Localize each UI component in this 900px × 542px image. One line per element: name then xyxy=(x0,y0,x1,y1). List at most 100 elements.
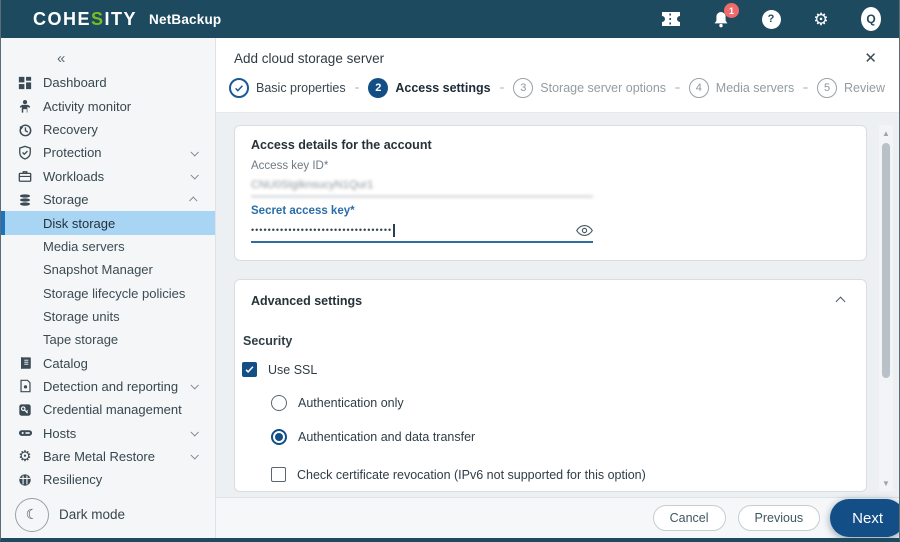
dark-mode-toggle[interactable]: ☾ Dark mode xyxy=(1,491,215,538)
sidebar-item-label: Tape storage xyxy=(43,332,119,348)
step-check-icon xyxy=(229,78,249,98)
step-media-servers[interactable]: 4 Media servers xyxy=(688,78,794,98)
app-window: COHE S ITY NetBackup 1 ? ⚙ Q « Dashboard… xyxy=(0,0,900,542)
scroll-up-arrow-icon[interactable]: ▲ xyxy=(879,127,893,139)
dashboard-icon xyxy=(17,75,33,91)
cancel-button[interactable]: Cancel xyxy=(652,505,726,531)
advanced-settings-heading: Advanced settings xyxy=(251,294,363,308)
previous-button[interactable]: Previous xyxy=(737,505,821,531)
access-details-heading: Access details for the account xyxy=(251,138,432,152)
next-button[interactable]: Next xyxy=(830,499,899,537)
logo-green-s: S xyxy=(91,8,105,29)
sidebar-item-storage[interactable]: Storage xyxy=(1,188,215,211)
authentication-and-data-transfer-radio[interactable] xyxy=(271,429,287,445)
step-number: 2 xyxy=(368,78,389,98)
sidebar-item-label: Storage lifecycle policies xyxy=(43,285,186,301)
license-ticket-icon[interactable] xyxy=(661,9,681,29)
page-title: Add cloud storage server xyxy=(234,51,385,66)
sidebar-item-label: Media servers xyxy=(43,238,125,254)
resiliency-icon xyxy=(17,472,33,488)
sidebar-item-recovery[interactable]: Recovery xyxy=(1,118,215,141)
step-storage-server-options[interactable]: 3 Storage server options xyxy=(513,78,666,98)
show-password-eye-icon[interactable] xyxy=(576,224,593,237)
chevron-up-icon xyxy=(189,196,198,205)
notifications-bell-icon[interactable]: 1 xyxy=(711,3,739,29)
sidebar-item-label: Snapshot Manager xyxy=(43,262,153,278)
use-ssl-checkbox[interactable] xyxy=(242,362,257,377)
step-basic-properties[interactable]: Basic properties xyxy=(229,78,346,98)
close-icon[interactable]: ✕ xyxy=(864,51,877,66)
sidebar-item-snapshot-manager[interactable]: Snapshot Manager xyxy=(1,258,215,281)
top-bar: COHE S ITY NetBackup 1 ? ⚙ Q xyxy=(1,0,899,38)
access-key-id-input[interactable]: CNU0SIgIknsucyN1Qur1 xyxy=(251,179,593,197)
chevron-down-icon xyxy=(190,171,199,180)
sidebar-item-label: Disk storage xyxy=(43,215,116,231)
step-review[interactable]: 5 Review xyxy=(817,78,885,98)
sidebar-item-label: Detection and reporting xyxy=(43,378,179,394)
use-ssl-label: Use SSL xyxy=(268,362,318,377)
scrollbar-thumb[interactable] xyxy=(882,143,890,378)
chevron-down-icon xyxy=(190,451,199,460)
sidebar-item-detection-and-reporting[interactable]: Detection and reporting xyxy=(1,375,215,398)
step-access-settings[interactable]: 2 Access settings xyxy=(368,78,491,98)
wizard-stepper: Basic properties 2 Access settings 3 Sto… xyxy=(216,66,899,112)
activity-monitor-icon xyxy=(17,98,33,114)
step-connector xyxy=(354,87,360,89)
sidebar-item-bare-metal-restore[interactable]: ⚙ Bare Metal Restore xyxy=(1,445,215,468)
sidebar-item-label: Catalog xyxy=(43,355,88,371)
sidebar-item-activity-monitor[interactable]: Activity monitor xyxy=(1,95,215,118)
sidebar-item-disk-storage[interactable]: Disk storage xyxy=(1,211,215,235)
help-icon[interactable]: ? xyxy=(761,9,781,29)
sidebar-item-storage-units[interactable]: Storage units xyxy=(1,305,215,328)
step-number: 3 xyxy=(513,78,534,98)
notification-badge: 1 xyxy=(724,3,739,18)
use-ssl-row: Use SSL xyxy=(242,362,850,377)
sidebar-item-credential-management[interactable]: Credential management xyxy=(1,398,215,421)
access-key-id-label: Access key ID* xyxy=(251,160,329,172)
text-caret xyxy=(393,223,395,237)
dark-mode-label: Dark mode xyxy=(59,507,126,523)
check-certificate-revocation-row: Check certificate revocation (IPv6 not s… xyxy=(271,467,850,482)
credential-key-icon xyxy=(17,402,33,418)
sidebar-item-dashboard[interactable]: Dashboard xyxy=(1,71,215,94)
sidebar-item-label: Workloads xyxy=(43,168,105,184)
storage-database-icon xyxy=(17,192,33,208)
sidebar-item-hosts[interactable]: Hosts xyxy=(1,421,215,444)
step-connector xyxy=(803,87,809,89)
authentication-and-data-transfer-label: Authentication and data transfer xyxy=(298,430,476,444)
check-certificate-revocation-checkbox[interactable] xyxy=(271,467,286,482)
sidebar-item-catalog[interactable]: Catalog xyxy=(1,351,215,374)
sidebar-item-label: Protection xyxy=(43,145,102,161)
sidebar-item-label: Hosts xyxy=(43,425,77,441)
vertical-scrollbar[interactable]: ▲ ▼ xyxy=(879,125,893,491)
sidebar-item-storage-lifecycle-policies[interactable]: Storage lifecycle policies xyxy=(1,281,215,304)
chevron-down-icon xyxy=(190,381,199,390)
product-name: NetBackup xyxy=(149,11,222,27)
sidebar-item-label: Credential management xyxy=(43,402,182,418)
sidebar-item-tape-storage[interactable]: Tape storage xyxy=(1,328,215,351)
sidebar-item-label: Dashboard xyxy=(43,75,107,91)
sidebar-nav: « Dashboard Activity monitor Recovery Pr… xyxy=(1,38,216,538)
step-connector xyxy=(675,87,680,89)
sidebar-item-label: Bare Metal Restore xyxy=(43,448,155,464)
hosts-server-icon xyxy=(17,425,33,441)
sidebar-item-resiliency[interactable]: Resiliency xyxy=(1,468,215,491)
step-number: 5 xyxy=(817,78,838,98)
settings-gear-icon[interactable]: ⚙ xyxy=(811,9,831,29)
sidebar-item-protection[interactable]: Protection xyxy=(1,141,215,164)
wizard-footer: Cancel Previous Next xyxy=(216,497,899,538)
chevron-down-icon xyxy=(190,428,199,437)
wizard-content: Access details for the account Access ke… xyxy=(216,113,899,497)
collapse-chevron-up-icon[interactable] xyxy=(835,296,846,306)
step-connector xyxy=(499,87,505,89)
scroll-down-arrow-icon[interactable]: ▼ xyxy=(879,477,893,489)
sidebar-item-media-servers[interactable]: Media servers xyxy=(1,235,215,258)
sidebar-item-workloads[interactable]: Workloads xyxy=(1,165,215,188)
logo-text-tail: ITY xyxy=(104,8,138,29)
user-avatar[interactable]: Q xyxy=(861,7,881,31)
secret-access-key-input[interactable]: •••••••••••••••••••••••••••••••••• xyxy=(251,223,593,243)
authentication-only-row: Authentication only xyxy=(271,395,850,411)
sidebar-collapse-button[interactable]: « xyxy=(1,46,215,71)
authentication-only-label: Authentication only xyxy=(298,396,404,410)
authentication-only-radio[interactable] xyxy=(271,395,287,411)
